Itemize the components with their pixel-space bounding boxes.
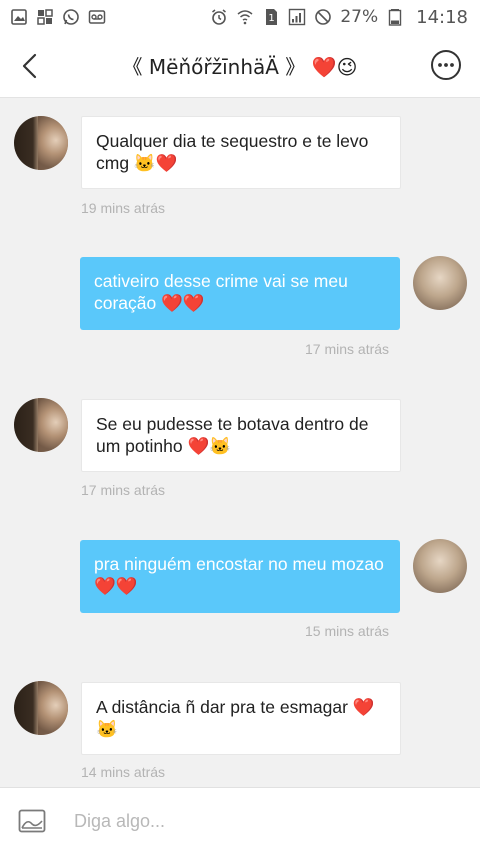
- sim-icon: 1: [262, 8, 280, 26]
- message-bubble-incoming[interactable]: A distância ñ dar pra te esmagar ❤️ 🐱: [81, 682, 401, 755]
- chat-header: 《 MëňőřžīnhäÄ 》 ❤️😉: [0, 34, 480, 98]
- more-options-button[interactable]: [430, 49, 462, 81]
- contact-name: 《 MëňőřžīnhäÄ 》: [122, 55, 306, 79]
- gallery-notification-icon: [10, 8, 28, 26]
- message-input[interactable]: [74, 806, 454, 836]
- whatsapp-icon: [62, 8, 80, 26]
- attach-image-button[interactable]: [18, 809, 46, 833]
- battery-icon: [386, 8, 404, 26]
- back-button[interactable]: [14, 50, 46, 82]
- message-timestamp: 17 mins atrás: [81, 482, 166, 498]
- message-text: cativeiro desse crime vai se meu coração…: [94, 271, 348, 313]
- title-emojis: ❤️😉: [311, 55, 358, 79]
- message-bubble-incoming[interactable]: Qualquer dia te sequestro e te levo cmg …: [81, 116, 401, 189]
- contact-avatar[interactable]: [14, 398, 68, 452]
- message-text: Se eu pudesse te botava dentro de um pot…: [96, 414, 369, 456]
- signal-icon: [288, 8, 306, 26]
- chat-messages[interactable]: Qualquer dia te sequestro e te levo cmg …: [0, 99, 480, 786]
- message-timestamp: 14 mins atrás: [81, 764, 166, 780]
- chat-title: 《 MëňőřžīnhäÄ 》 ❤️😉: [123, 51, 358, 80]
- message-timestamp: 19 mins atrás: [81, 200, 166, 216]
- contact-avatar[interactable]: [14, 116, 68, 170]
- message-bubble-incoming[interactable]: Se eu pudesse te botava dentro de um pot…: [81, 399, 401, 472]
- message-text: A distância ñ dar pra te esmagar ❤️ 🐱: [96, 697, 375, 739]
- notification-icons: [10, 8, 106, 26]
- message-bubble-outgoing[interactable]: cativeiro desse crime vai se meu coração…: [80, 257, 400, 330]
- wifi-icon: [236, 8, 254, 26]
- battery-percent: 27%: [340, 7, 379, 27]
- image-icon: [18, 809, 46, 833]
- message-bubble-outgoing[interactable]: pra ninguém encostar no meu mozao❤️❤️: [80, 540, 400, 613]
- message-text: pra ninguém encostar no meu mozao❤️❤️: [94, 554, 384, 596]
- message-text: Qualquer dia te sequestro e te levo cmg …: [96, 131, 369, 173]
- voicemail-icon: [88, 8, 106, 26]
- do-not-disturb-icon: [314, 8, 332, 26]
- app-notification-icon: [36, 8, 54, 26]
- more-options-icon: [431, 50, 461, 80]
- alarm-icon: [210, 8, 228, 26]
- message-timestamp: 17 mins atrás: [305, 341, 390, 357]
- chevron-left-icon: [22, 53, 37, 79]
- clock: 14:18: [416, 6, 468, 28]
- status-bar: 1 27% 14:18: [0, 0, 480, 34]
- message-timestamp: 15 mins atrás: [305, 623, 390, 639]
- my-avatar[interactable]: [413, 539, 467, 593]
- system-icons: 1 27% 14:18: [210, 7, 468, 28]
- sim-label: 1: [269, 13, 275, 24]
- my-avatar[interactable]: [413, 256, 467, 310]
- contact-avatar[interactable]: [14, 681, 68, 735]
- message-composer: [0, 787, 480, 852]
